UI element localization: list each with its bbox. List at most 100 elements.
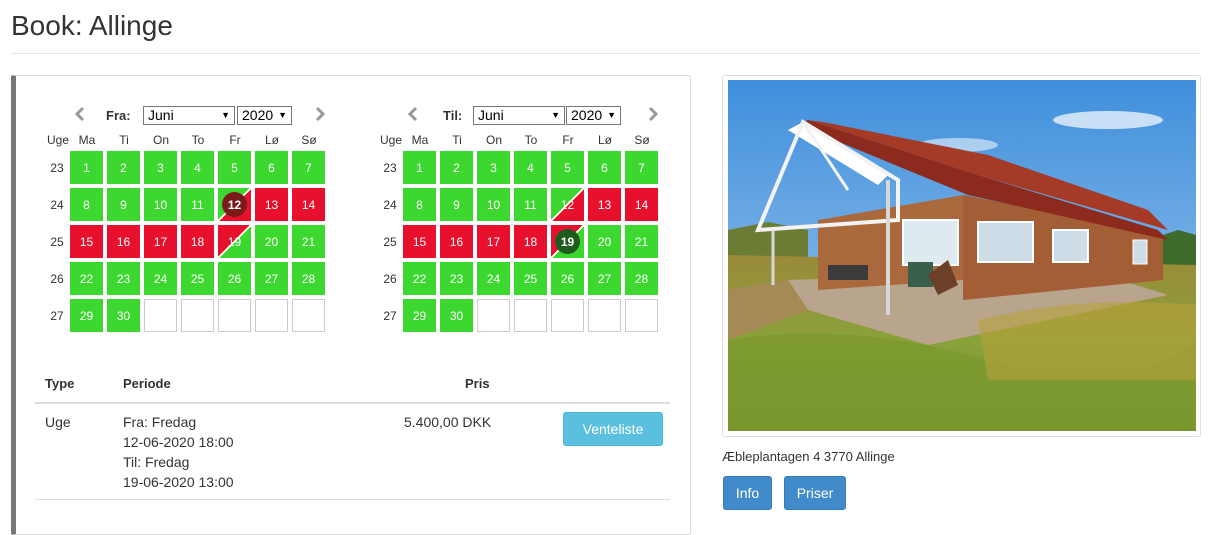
day-number: 10	[486, 197, 501, 212]
day-number: 14	[634, 197, 649, 212]
day-number: 14	[301, 197, 316, 212]
calendar-day[interactable]: 8	[70, 188, 103, 221]
calendar-day[interactable]: 4	[514, 151, 547, 184]
calendar-day[interactable]: 25	[181, 262, 214, 295]
calendar-day[interactable]: 1	[403, 151, 436, 184]
calendar-day[interactable]: 3	[144, 151, 177, 184]
calendar-day[interactable]: 23	[440, 262, 473, 295]
calendar-day[interactable]: 9	[107, 188, 140, 221]
calendar-day[interactable]: 10	[144, 188, 177, 221]
calendar-day[interactable]: 16	[107, 225, 140, 258]
day-number: 24	[486, 271, 501, 286]
from-month-select[interactable]: Juni ▼	[143, 106, 235, 125]
calendar-day[interactable]: 11	[181, 188, 214, 221]
calendar-day[interactable]: 5	[551, 151, 584, 184]
day-number: 30	[116, 308, 131, 323]
calendar-day[interactable]: 17	[477, 225, 510, 258]
calendar-day[interactable]: 27	[255, 262, 288, 295]
calendar-day[interactable]: 14	[625, 188, 658, 221]
calendar-day[interactable]: 15	[70, 225, 103, 258]
calendar-day[interactable]: 22	[70, 262, 103, 295]
to-month-select[interactable]: Juni ▼	[473, 106, 565, 125]
prev-month-icon[interactable]	[73, 106, 87, 122]
calendar-day[interactable]: 7	[292, 151, 325, 184]
day-number: 19	[227, 234, 242, 249]
calendar-day[interactable]: 2	[107, 151, 140, 184]
calendar-day[interactable]: 21	[625, 225, 658, 258]
calendar-day[interactable]: 11	[514, 188, 547, 221]
from-year-select[interactable]: 2020 ▼	[237, 106, 292, 125]
day-number: 22	[412, 271, 427, 286]
calendar-day[interactable]: 27	[588, 262, 621, 295]
calendar-day[interactable]: 13	[255, 188, 288, 221]
day-number: 6	[268, 160, 275, 175]
calendar-day[interactable]: 18	[514, 225, 547, 258]
row-to-datetime: 19-06-2020 13:00	[123, 474, 234, 490]
week-number: 26	[50, 272, 64, 286]
prev-month-icon[interactable]	[406, 106, 420, 122]
table-header-divider	[35, 402, 670, 404]
info-button[interactable]: Info	[723, 476, 772, 510]
calendar-day[interactable]: 16	[440, 225, 473, 258]
calendar-day[interactable]: 14	[292, 188, 325, 221]
calendar-day[interactable]: 23	[107, 262, 140, 295]
calendar-day[interactable]: 19	[551, 225, 584, 258]
day-number: 28	[634, 271, 649, 286]
calendar-day[interactable]: 30	[107, 299, 140, 332]
calendar-day[interactable]: 13	[588, 188, 621, 221]
weekday-header: To	[191, 133, 205, 147]
calendar-day[interactable]: 6	[255, 151, 288, 184]
calendar-day[interactable]: 19	[218, 225, 251, 258]
next-month-icon[interactable]	[646, 106, 660, 122]
calendar-day[interactable]: 1	[70, 151, 103, 184]
calendar-day[interactable]: 17	[144, 225, 177, 258]
calendar-day[interactable]: 20	[588, 225, 621, 258]
weekday-header: Sø	[301, 133, 317, 147]
calendar-day[interactable]: 24	[477, 262, 510, 295]
prices-button[interactable]: Priser	[784, 476, 846, 510]
calendar-empty-cell	[292, 299, 325, 332]
calendar-day[interactable]: 9	[440, 188, 473, 221]
day-number: 8	[416, 197, 423, 212]
calendar-day[interactable]: 4	[181, 151, 214, 184]
house-photo	[728, 80, 1196, 431]
calendar-day[interactable]: 15	[403, 225, 436, 258]
calendar-day[interactable]: 29	[403, 299, 436, 332]
calendar-empty-cell	[255, 299, 288, 332]
day-number: 29	[79, 308, 94, 323]
next-month-icon[interactable]	[313, 106, 327, 122]
day-number: 18	[523, 234, 538, 249]
day-number: 12	[227, 197, 242, 212]
day-number: 1	[83, 160, 90, 175]
day-number: 4	[527, 160, 534, 175]
weekday-header: Ma	[78, 133, 96, 147]
calendar-day[interactable]: 20	[255, 225, 288, 258]
day-number: 10	[153, 197, 168, 212]
day-number: 13	[264, 197, 279, 212]
calendar-day[interactable]: 12	[551, 188, 584, 221]
calendar-day[interactable]: 24	[144, 262, 177, 295]
calendar-day[interactable]: 26	[218, 262, 251, 295]
calendar-day[interactable]: 2	[440, 151, 473, 184]
calendar-day[interactable]: 22	[403, 262, 436, 295]
calendar-day[interactable]: 3	[477, 151, 510, 184]
waitlist-button[interactable]: Venteliste	[563, 412, 663, 446]
to-year-select[interactable]: 2020 ▼	[566, 106, 621, 125]
calendar-day[interactable]: 28	[625, 262, 658, 295]
calendar-day[interactable]: 25	[514, 262, 547, 295]
calendar-day[interactable]: 18	[181, 225, 214, 258]
calendar-day[interactable]: 12	[218, 188, 251, 221]
calendar-day[interactable]: 28	[292, 262, 325, 295]
calendar-day[interactable]: 30	[440, 299, 473, 332]
calendar-day[interactable]: 6	[588, 151, 621, 184]
weekday-header: Ma	[411, 133, 429, 147]
calendar-day[interactable]: 21	[292, 225, 325, 258]
calendar-day[interactable]: 8	[403, 188, 436, 221]
calendar-day[interactable]: 5	[218, 151, 251, 184]
calendar-day[interactable]: 29	[70, 299, 103, 332]
calendar-day[interactable]: 7	[625, 151, 658, 184]
page-title: Book: Allinge	[11, 10, 173, 41]
calendar-day[interactable]: 10	[477, 188, 510, 221]
calendar-empty-cell	[477, 299, 510, 332]
calendar-day[interactable]: 26	[551, 262, 584, 295]
